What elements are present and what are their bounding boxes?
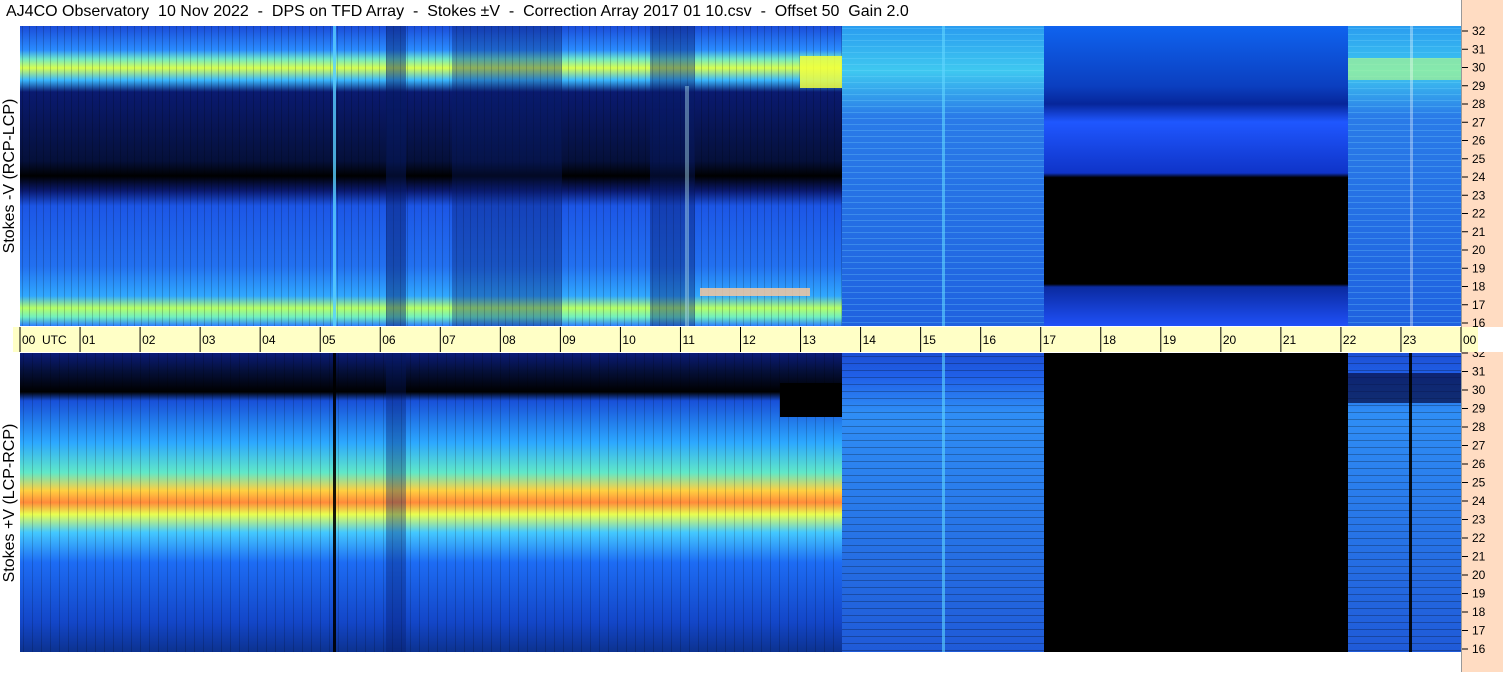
time-tick-label: 03 [202, 333, 216, 347]
time-tick-label: 13 [803, 333, 817, 347]
frequency-tick-label: 30 [1472, 383, 1486, 397]
frequency-tick-label: 28 [1472, 97, 1486, 111]
frequency-tick-label: 21 [1472, 550, 1486, 564]
frequency-tick-label: 20 [1472, 243, 1486, 257]
spectrogram-bottom [20, 353, 1461, 652]
time-tick-label: 01 [82, 333, 96, 347]
frequency-tick-label: 27 [1472, 115, 1486, 129]
time-tick-label: 11 [682, 333, 695, 347]
frequency-tick-label: 18 [1472, 605, 1486, 619]
frequency-tick-label: 17 [1472, 624, 1486, 638]
time-tick-label: 00 [1463, 333, 1477, 347]
time-tick-label: 16 [983, 333, 997, 347]
frequency-tick-label: 19 [1472, 261, 1486, 275]
frequency-axis-top: 16 17 18 19 20 21 22 23 24 25 26 27 28 29 30 31 32 [1461, 0, 1503, 330]
time-tick-label: 10 [622, 333, 636, 347]
frequency-tick-label: 16 [1472, 316, 1486, 327]
chart-title: AJ4CO Observatory 10 Nov 2022 - DPS on T… [6, 3, 909, 20]
frequency-tick-label: 31 [1472, 365, 1486, 379]
time-tick-label: 05 [322, 333, 336, 347]
frequency-tick-label: 22 [1472, 207, 1486, 221]
frequency-tick-label: 24 [1472, 494, 1486, 508]
frequency-tick-label: 18 [1472, 280, 1486, 294]
time-tick-label: 08 [502, 333, 516, 347]
frequency-tick-label: 29 [1472, 402, 1486, 416]
frequency-tick-label: 22 [1472, 531, 1486, 545]
frequency-tick-label: 28 [1472, 420, 1486, 434]
frequency-tick-label: 19 [1472, 587, 1486, 601]
time-tick-label: 18 [1103, 333, 1117, 347]
time-axis: 00 01 02 03 04 05 06 07 08 09 10 11 12 13 14 15 16 17 18 19… [13, 327, 1503, 352]
frequency-tick-label: 31 [1472, 42, 1486, 56]
frequency-tick-label: 30 [1472, 61, 1486, 75]
time-tick-label: 06 [382, 333, 396, 347]
frequency-tick-label: 25 [1472, 476, 1486, 490]
time-tick-label: 23 [1403, 333, 1417, 347]
frequency-tick-label: 26 [1472, 134, 1486, 148]
frequency-tick-label: 16 [1472, 642, 1486, 656]
bottom-panel-label: Stokes +V (LCP-RCP) [0, 353, 20, 652]
frequency-tick-label: 24 [1472, 170, 1486, 184]
bottom-panel-label-text: Stokes +V (LCP-RCP) [1, 423, 18, 582]
time-tick-label: 14 [863, 333, 877, 347]
time-tick-label: 17 [1043, 333, 1057, 347]
time-tick-label: 22 [1343, 333, 1357, 347]
frequency-tick-label: 25 [1472, 152, 1486, 166]
frequency-axis-bottom: 16 17 18 19 20 21 22 23 24 25 26 27 28 29 30 31 32 [1461, 346, 1503, 672]
time-tick-label: 20 [1223, 333, 1237, 347]
time-tick-label: 15 [923, 333, 937, 347]
time-tick-label: 19 [1163, 333, 1177, 347]
top-panel-label: Stokes -V (RCP-LCP) [0, 26, 20, 326]
top-panel-label-text: Stokes -V (RCP-LCP) [1, 98, 18, 254]
time-tick-label: 09 [562, 333, 576, 347]
time-tick-label: 02 [142, 333, 156, 347]
frequency-tick-label: 32 [1472, 352, 1486, 360]
time-tick-label: 00 [22, 333, 36, 347]
time-axis-unit: UTC [42, 333, 67, 347]
frequency-tick-label: 17 [1472, 298, 1486, 312]
time-tick-label: 12 [743, 333, 757, 347]
frequency-tick-label: 27 [1472, 439, 1486, 453]
frequency-tick-label: 23 [1472, 188, 1486, 202]
frequency-tick-label: 29 [1472, 79, 1486, 93]
frequency-tick-label: 20 [1472, 568, 1486, 582]
frequency-tick-label: 32 [1472, 24, 1486, 38]
time-tick-label: 04 [262, 333, 276, 347]
time-tick-label: 21 [1283, 333, 1297, 347]
frequency-tick-label: 23 [1472, 513, 1486, 527]
frequency-tick-label: 21 [1472, 225, 1486, 239]
time-tick-label: 07 [442, 333, 456, 347]
frequency-tick-label: 26 [1472, 457, 1486, 471]
spectrogram-top [20, 26, 1461, 326]
